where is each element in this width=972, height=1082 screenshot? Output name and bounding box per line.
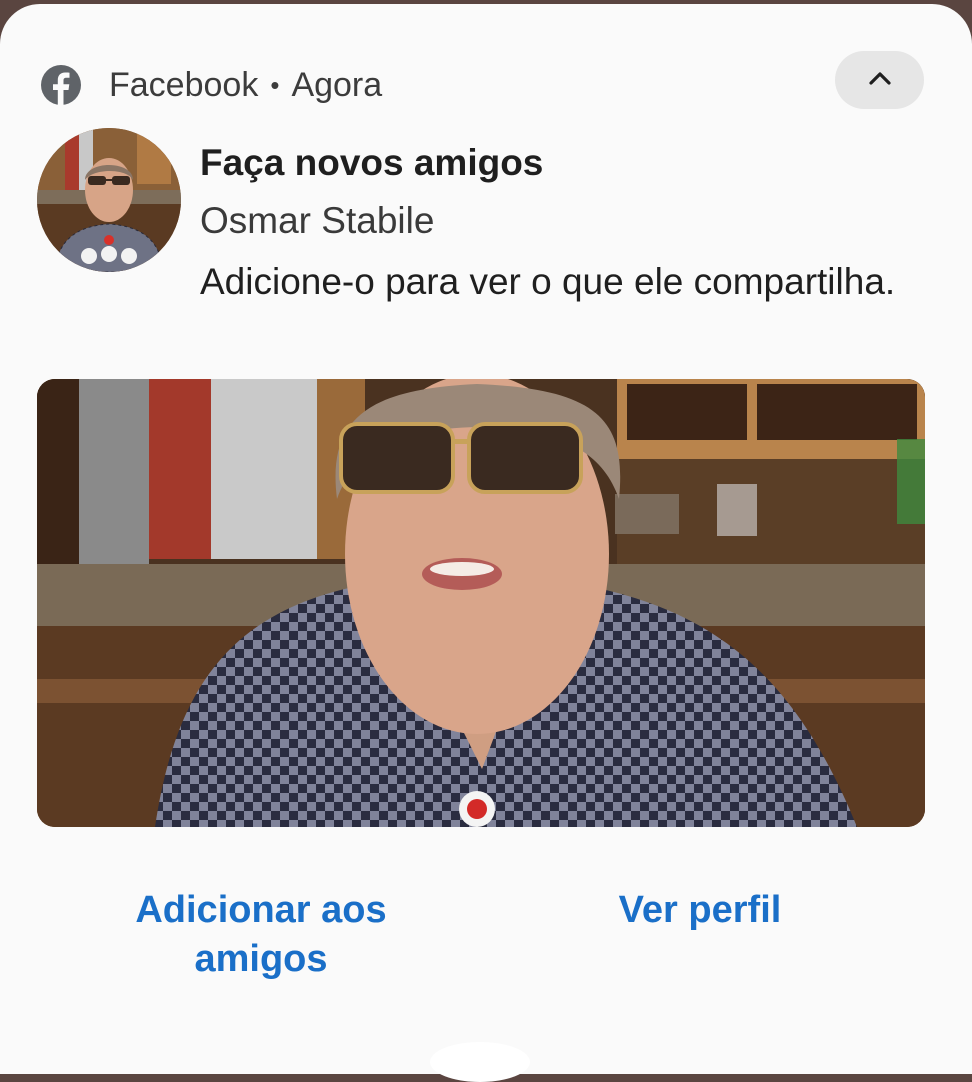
- app-name: Facebook: [109, 65, 259, 104]
- view-profile-button[interactable]: Ver perfil: [600, 886, 800, 935]
- drag-handle[interactable]: [430, 1042, 530, 1082]
- separator-dot: •: [270, 69, 280, 100]
- notification-message: Adicione-o para ver o que ele compartilh…: [200, 261, 896, 302]
- avatar: [37, 128, 181, 272]
- facebook-icon: [40, 64, 82, 106]
- add-friend-button[interactable]: Adicionar aos amigos: [110, 886, 412, 984]
- notification-header: Facebook • Agora: [40, 62, 382, 108]
- notification-title: Faça novos amigos: [200, 142, 544, 183]
- person-name: Osmar Stabile: [200, 200, 435, 241]
- notification-card[interactable]: Facebook • Agora Faça novos amigos Osmar…: [0, 4, 972, 1082]
- profile-photo[interactable]: [37, 379, 925, 827]
- collapse-button[interactable]: [835, 51, 924, 109]
- chevron-up-icon: [868, 70, 892, 91]
- notification-time: Agora: [291, 65, 383, 104]
